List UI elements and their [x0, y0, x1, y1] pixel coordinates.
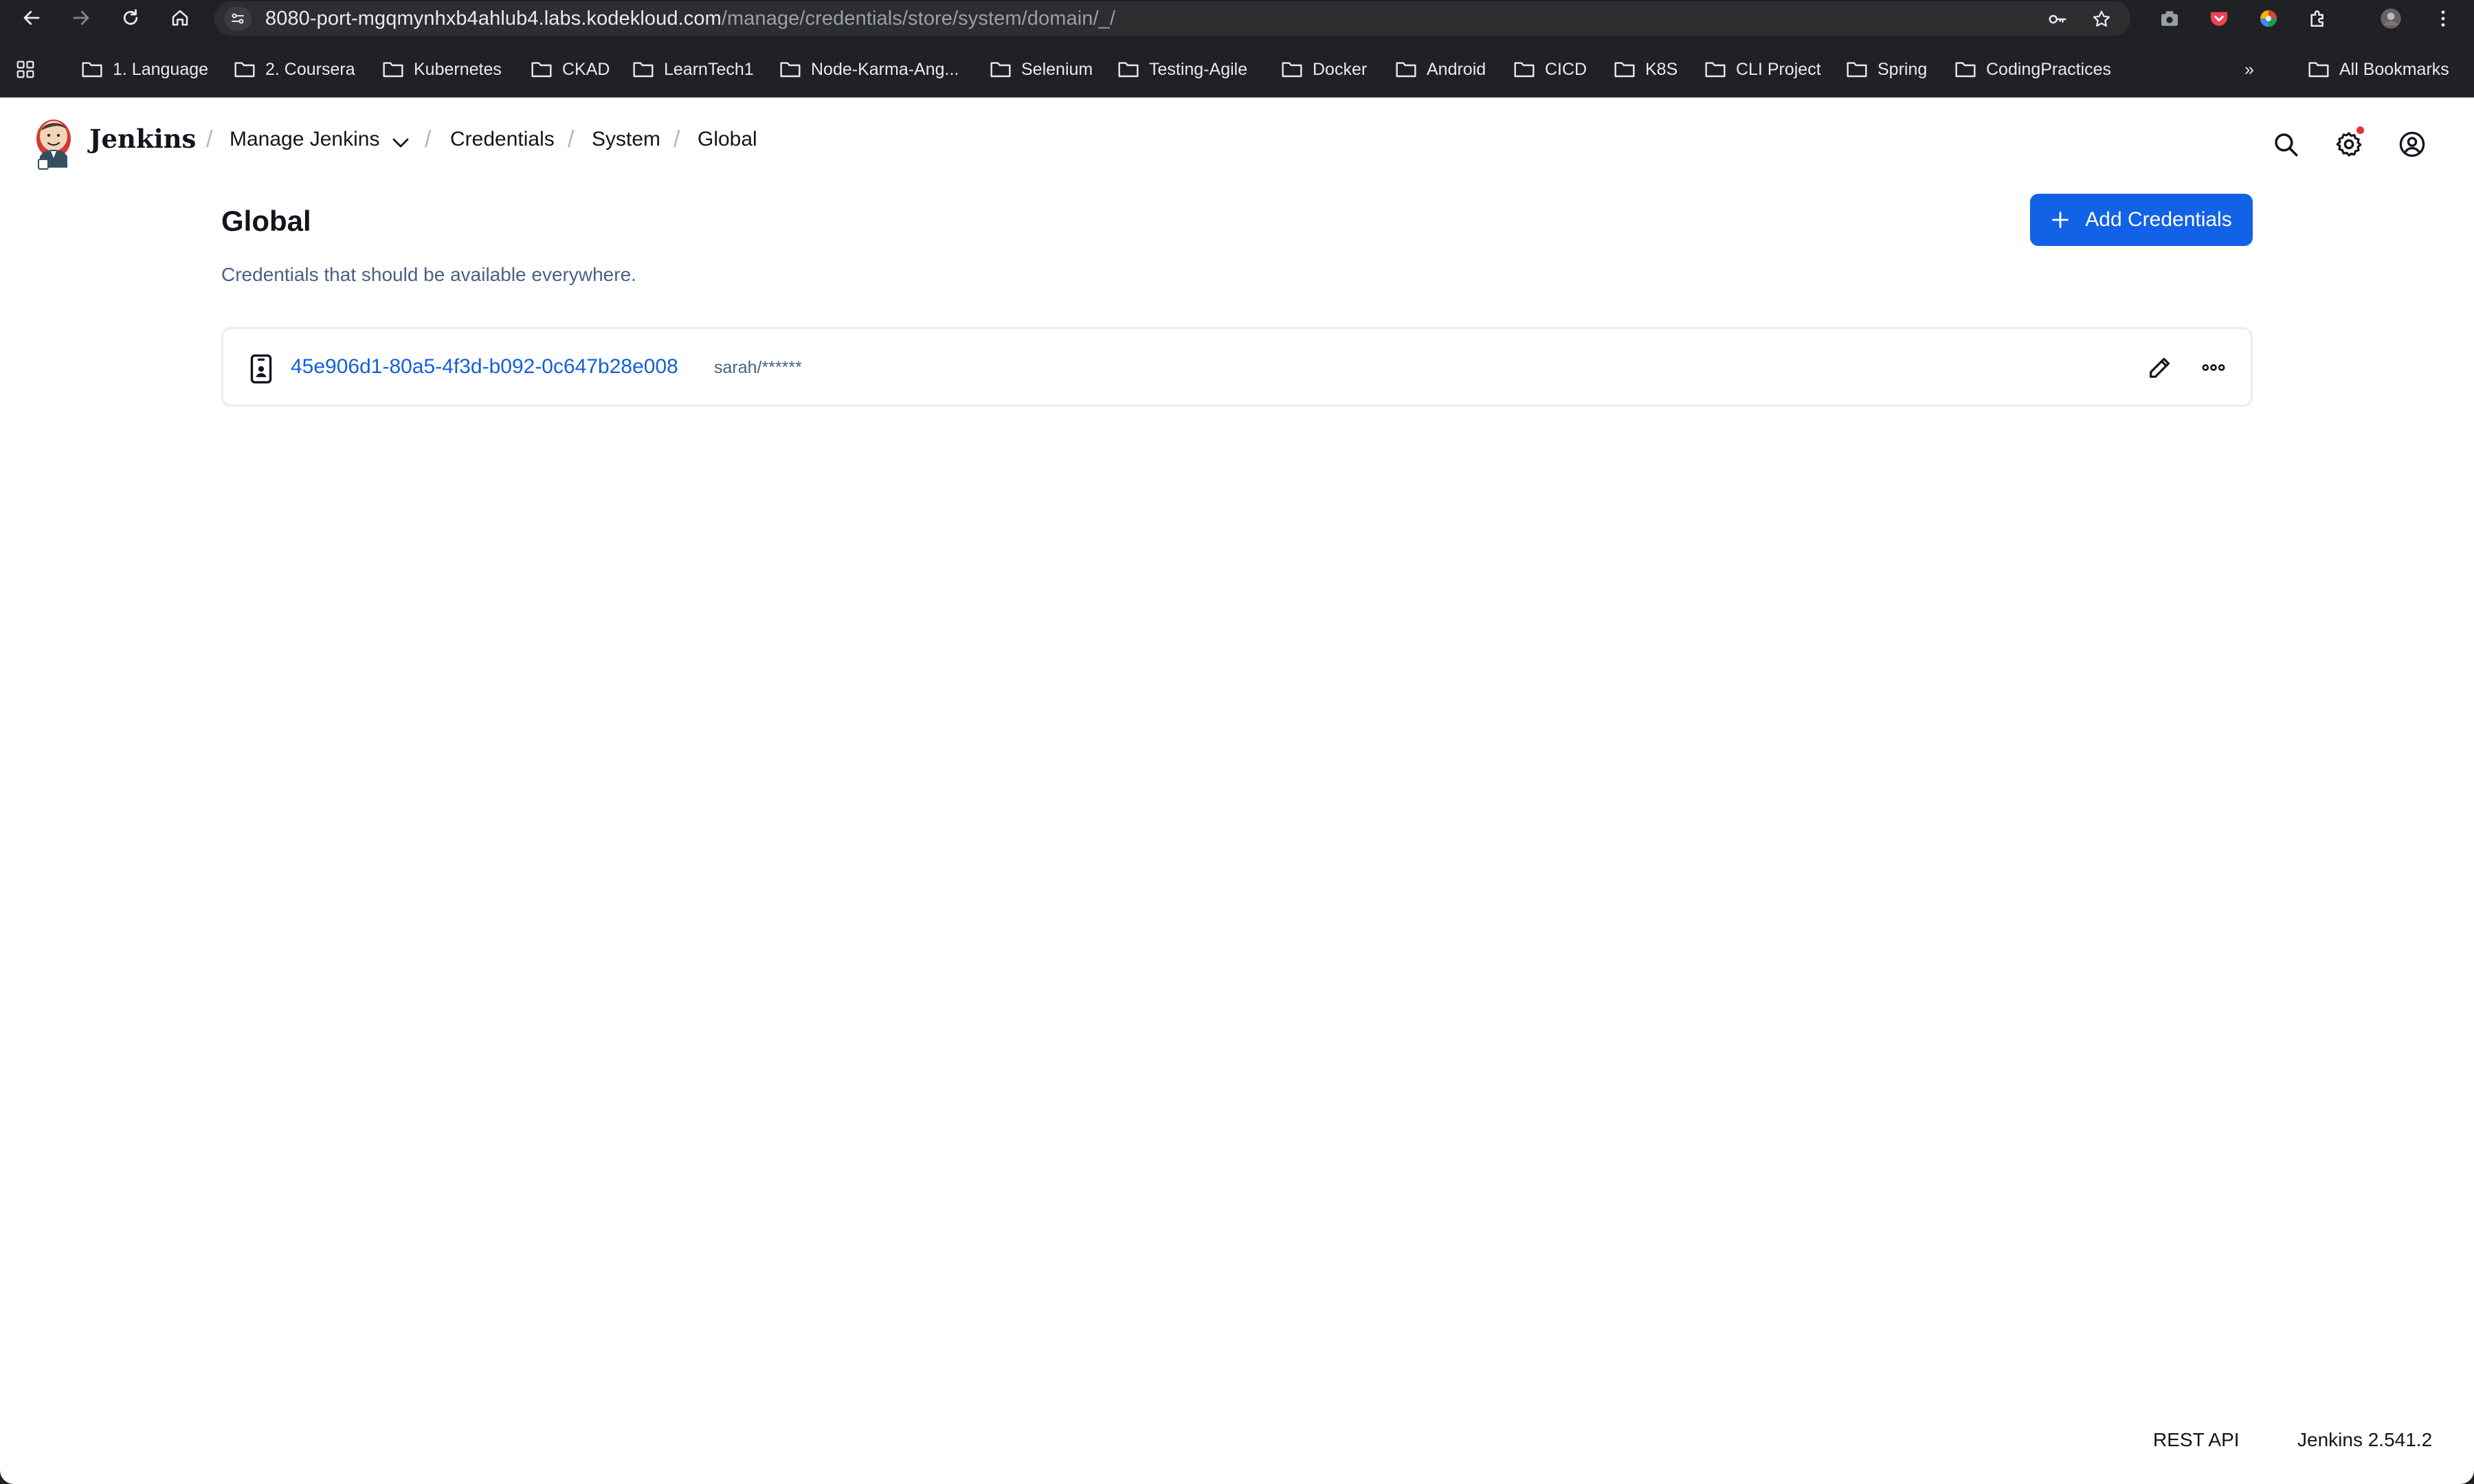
folder-icon [1955, 62, 1976, 78]
browser-menu-icon[interactable] [2430, 5, 2456, 32]
browser-toolbar: 8080-port-mgqmynhxb4ahlub4.labs.kodeklou… [0, 0, 2474, 36]
bookmark-k8s[interactable]: K8S [1614, 52, 1678, 87]
bookmark-node-karma-ang[interactable]: Node-Karma-Ang... [779, 52, 959, 87]
rest-api-link[interactable]: REST API [2153, 1429, 2240, 1451]
notification-dot [2356, 126, 2364, 134]
bookmark-label: 2. Coursera [265, 59, 355, 79]
settings-gear-icon[interactable] [2330, 125, 2368, 164]
bookmark-testing-agile[interactable]: Testing-Agile [1117, 52, 1247, 87]
forward-icon[interactable] [67, 4, 95, 32]
url-path: /manage/credentials/store/system/domain/… [721, 8, 1116, 30]
bookmarks-bar: 1. Language 2. Coursera Kubernetes CKAD Lear… [0, 36, 2474, 98]
breadcrumb-separator: / [425, 126, 432, 153]
bookmark-spring[interactable]: Spring [1846, 52, 1927, 87]
breadcrumb-separator: / [206, 126, 213, 153]
bookmark-star-icon[interactable] [2089, 7, 2114, 32]
folder-icon [383, 62, 403, 78]
bookmark-ckad[interactable]: CKAD [531, 52, 610, 87]
jenkins-brand[interactable]: Jenkins [89, 124, 196, 154]
bookmark-label: CodingPractices [1986, 59, 2112, 79]
edit-pencil-icon[interactable] [2141, 348, 2179, 387]
bookmark-label: Docker [1313, 59, 1368, 79]
bookmark-label: Node-Karma-Ang... [811, 59, 959, 79]
bookmark-label: Kubernetes [414, 59, 502, 79]
jenkins-version-link[interactable]: Jenkins 2.541.2 [2297, 1429, 2432, 1451]
bookmark-codingpractices[interactable]: CodingPractices [1954, 52, 2111, 87]
bookmark-language[interactable]: 1. Language [81, 52, 208, 87]
password-key-icon[interactable] [2045, 7, 2070, 32]
breadcrumb-global[interactable]: Global [698, 128, 757, 151]
back-icon[interactable] [18, 4, 45, 32]
site-settings-icon[interactable] [224, 7, 252, 30]
camera-extension-icon[interactable] [2157, 5, 2183, 32]
folder-icon [1396, 62, 1416, 78]
page-description: Credentials that should be available eve… [221, 264, 636, 285]
credential-row: 45e906d1-80a5-4f3d-b092-0c647b28e008 sar… [221, 327, 2253, 407]
bookmark-kubernetes[interactable]: Kubernetes [382, 52, 502, 87]
reload-icon[interactable] [117, 4, 144, 32]
credential-id-link[interactable]: 45e906d1-80a5-4f3d-b092-0c647b28e008 [291, 355, 678, 379]
jenkins-page: Jenkins / Manage Jenkins / Credentials /… [0, 98, 2474, 1484]
bookmark-label: CKAD [562, 59, 610, 79]
bookmark-label: Testing-Agile [1149, 59, 1248, 79]
bookmark-selenium[interactable]: Selenium [990, 52, 1093, 87]
folder-icon [1614, 62, 1635, 78]
add-credentials-label: Add Credentials [2085, 208, 2232, 231]
add-credentials-button[interactable]: Add Credentials [2030, 194, 2253, 246]
folder-icon [2308, 62, 2329, 78]
folder-icon [1514, 62, 1535, 78]
bookmark-cicd[interactable]: CICD [1513, 52, 1587, 87]
all-bookmarks-folder[interactable]: All Bookmarks [2308, 52, 2449, 87]
search-icon[interactable] [2266, 125, 2305, 164]
apps-grid-icon[interactable] [15, 52, 45, 87]
address-bar[interactable]: 8080-port-mgqmynhxb4ahlub4.labs.kodeklou… [214, 1, 2130, 36]
bookmark-docker[interactable]: Docker [1281, 52, 1367, 87]
folder-icon [531, 62, 552, 78]
bookmark-android[interactable]: Android [1395, 52, 1486, 87]
breadcrumb-credentials[interactable]: Credentials [450, 128, 555, 151]
folder-icon [82, 62, 102, 78]
credential-name: sarah/****** [714, 358, 802, 377]
breadcrumb-separator: / [673, 126, 680, 153]
user-account-icon[interactable] [2393, 125, 2431, 164]
bookmark-cli-project[interactable]: CLI Project [1704, 52, 1821, 87]
breadcrumb-separator: / [568, 126, 575, 153]
url-text[interactable]: 8080-port-mgqmynhxb4ahlub4.labs.kodeklou… [265, 1, 1115, 36]
folder-icon [1847, 62, 1867, 78]
all-bookmarks-label: All Bookmarks [2339, 59, 2449, 79]
home-icon[interactable] [166, 4, 194, 32]
breadcrumb-manage-jenkins[interactable]: Manage Jenkins [230, 128, 379, 151]
bookmark-coursera[interactable]: 2. Coursera [234, 52, 355, 87]
credential-type-icon [250, 354, 272, 384]
folder-icon [234, 62, 255, 78]
profile-avatar-icon[interactable] [2378, 5, 2404, 32]
bookmark-label: Spring [1877, 59, 1928, 79]
folder-icon [633, 62, 654, 78]
bookmark-label: CICD [1545, 59, 1587, 79]
page-title: Global [221, 205, 311, 237]
pocket-extension-icon[interactable] [2206, 5, 2232, 32]
extensions-puzzle-icon[interactable] [2305, 5, 2331, 32]
bookmark-learntech1[interactable]: LearnTech1 [632, 52, 754, 87]
chevron-down-icon[interactable] [390, 136, 411, 150]
color-picker-extension-icon[interactable] [2255, 5, 2282, 32]
bookmark-label: CLI Project [1736, 59, 1821, 79]
more-bookmarks-button[interactable]: » [2244, 52, 2254, 87]
bookmark-label: 1. Language [113, 59, 209, 79]
jenkins-logo[interactable] [33, 115, 74, 170]
folder-icon [1282, 62, 1302, 78]
breadcrumb-system[interactable]: System [592, 128, 660, 151]
folder-icon [990, 62, 1011, 78]
bookmark-label: K8S [1645, 59, 1678, 79]
bookmark-label: Selenium [1021, 59, 1093, 79]
bookmark-label: Android [1427, 59, 1486, 79]
bookmark-label: LearnTech1 [664, 59, 754, 79]
plus-icon [2052, 212, 2069, 228]
folder-icon [780, 62, 801, 78]
folder-icon [1118, 62, 1139, 78]
folder-icon [1705, 62, 1726, 78]
jenkins-header: Jenkins / Manage Jenkins / Credentials /… [0, 98, 2474, 188]
url-host: 8080-port-mgqmynhxb4ahlub4.labs.kodeklou… [265, 8, 722, 30]
more-options-icon[interactable] [2194, 348, 2233, 387]
